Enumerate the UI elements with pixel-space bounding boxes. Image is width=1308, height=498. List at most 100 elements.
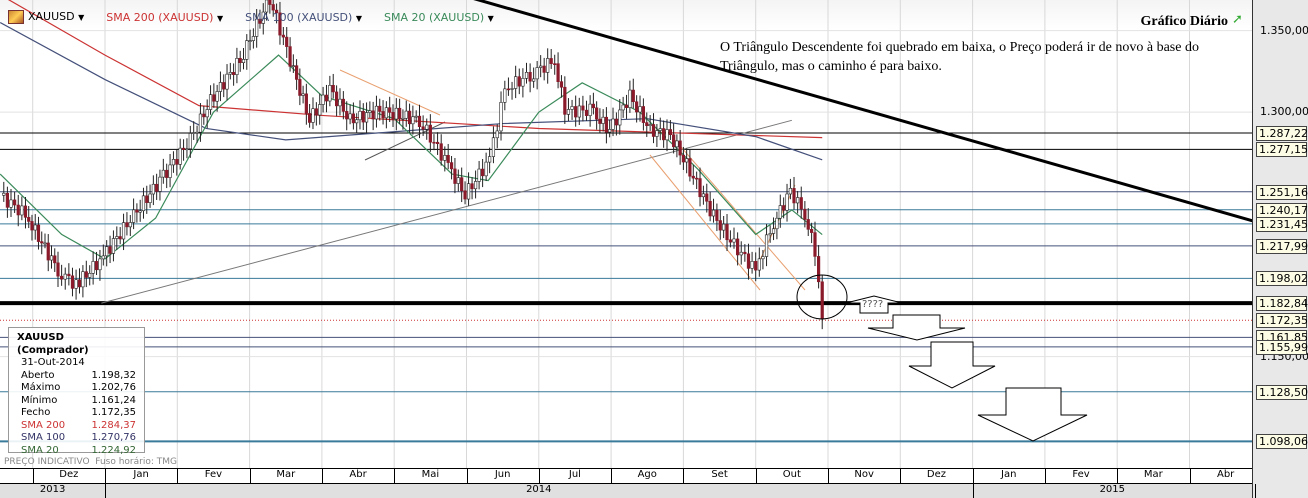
- candle: [281, 34, 285, 38]
- month-divider: [394, 469, 396, 485]
- candle: [218, 82, 223, 92]
- candle: [698, 178, 702, 198]
- candle: [74, 279, 78, 289]
- info-row: SMA 200 1.284,37: [17, 420, 136, 433]
- candle: [212, 94, 216, 102]
- analysis-note: O Triângulo Descendente foi quebrado em …: [720, 40, 1199, 74]
- info-value: 1.202,76: [91, 382, 136, 393]
- candle: [463, 190, 467, 200]
- candle: [251, 36, 255, 41]
- candle: [725, 223, 729, 241]
- candle: [499, 102, 503, 132]
- year-divider: [105, 484, 106, 498]
- month-label: Mar: [1143, 469, 1163, 480]
- candle: [268, 0, 272, 5]
- candle: [348, 113, 352, 120]
- candle: [128, 222, 132, 228]
- candle: [750, 261, 754, 269]
- candle: [77, 279, 82, 288]
- candle: [138, 210, 142, 213]
- down-arrow-annotation: [867, 314, 966, 341]
- info-row: SMA 20 1.224,92: [17, 445, 136, 458]
- candle: [624, 104, 629, 108]
- candle: [563, 86, 567, 115]
- chart-title: Gráfico Diário: [1140, 14, 1228, 29]
- candle: [672, 134, 676, 148]
- candle: [304, 93, 308, 114]
- candle: [651, 124, 656, 137]
- candle: [81, 271, 85, 288]
- month-label: Fev: [1072, 469, 1090, 480]
- candle: [291, 65, 295, 67]
- sma20-selector[interactable]: SMA 20 (XAUUSD) ▼: [384, 11, 494, 24]
- candle: [648, 124, 652, 126]
- month-divider: [611, 469, 613, 485]
- candle: [9, 199, 13, 208]
- candle: [604, 116, 609, 133]
- candle: [168, 164, 172, 178]
- candle: [171, 159, 176, 166]
- info-row: Mínimo 1.161,24: [17, 395, 136, 408]
- info-title: XAUUSD (Comprador): [17, 332, 89, 356]
- info-value: 1.270,76: [91, 432, 136, 443]
- candle: [311, 108, 315, 123]
- info-label: Aberto: [21, 369, 55, 381]
- month-divider: [105, 469, 106, 485]
- candle: [208, 94, 213, 110]
- candle: [701, 193, 706, 198]
- candle: [40, 241, 44, 244]
- candle: [771, 228, 776, 234]
- candle: [151, 183, 155, 195]
- candle: [581, 105, 585, 111]
- candle: [668, 129, 672, 136]
- candle: [601, 116, 605, 124]
- candle: [328, 85, 332, 102]
- candle: [118, 236, 122, 240]
- dropdown-icon: ▼: [78, 13, 85, 22]
- candle: [761, 256, 765, 260]
- candle: [288, 46, 292, 67]
- sma200-selector[interactable]: SMA 200 (XAUUSD) ▼: [106, 11, 223, 24]
- sma100-selector[interactable]: SMA 100 (XAUUSD) ▼: [245, 11, 362, 24]
- price-level-label: 1.128,50: [1256, 384, 1308, 400]
- candle: [368, 110, 372, 113]
- candle: [775, 217, 779, 230]
- candle: [46, 242, 50, 261]
- candle: [655, 130, 659, 137]
- y-tick-label: 1.300,00: [1260, 105, 1308, 119]
- candle: [635, 101, 639, 113]
- candle: [757, 258, 761, 271]
- candle: [743, 251, 747, 255]
- chart-legend: XAUUSD ▼ SMA 200 (XAUUSD) ▼ SMA 100 (XAU…: [8, 10, 494, 24]
- year-label: 2015: [1099, 484, 1126, 495]
- info-row: Máximo 1.202,76: [17, 382, 136, 395]
- info-label: SMA 20: [21, 444, 59, 456]
- candle: [817, 256, 821, 283]
- candle: [611, 118, 615, 130]
- candle: [30, 221, 34, 231]
- candle: [584, 109, 589, 116]
- candle: [105, 246, 109, 257]
- info-label: SMA 200: [21, 419, 66, 431]
- candle: [202, 113, 206, 118]
- candle: [470, 183, 474, 190]
- candle: [449, 162, 454, 170]
- month-divider: [1117, 469, 1119, 485]
- candle: [739, 251, 743, 256]
- info-value: 1.161,24: [91, 394, 136, 406]
- candle: [435, 141, 440, 145]
- candle: [115, 236, 119, 239]
- info-label: Mínimo: [21, 394, 58, 406]
- candle: [546, 58, 550, 73]
- symbol-selector[interactable]: XAUUSD ▼: [8, 10, 84, 24]
- candle: [521, 78, 525, 87]
- candle: [33, 224, 37, 231]
- candle: [542, 65, 546, 73]
- ascending-trendline: [101, 119, 792, 304]
- candle: [49, 255, 54, 261]
- year-label: 2013: [39, 484, 66, 495]
- candle: [361, 110, 365, 123]
- candle: [235, 58, 239, 75]
- candle: [84, 271, 88, 278]
- candle: [222, 82, 226, 90]
